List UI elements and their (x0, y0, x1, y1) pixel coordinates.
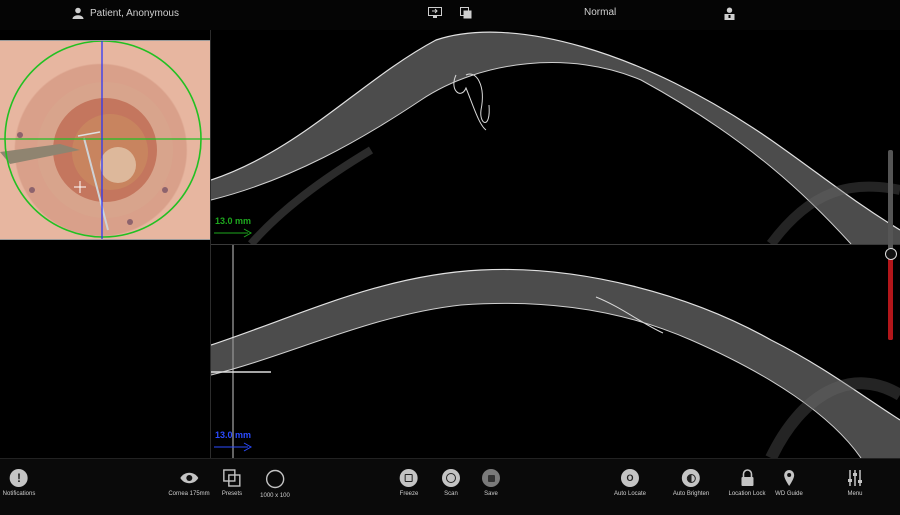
mode-label: Normal (584, 7, 617, 18)
patient-icon (72, 7, 84, 19)
surgical-video[interactable] (0, 40, 210, 240)
auto-locate-label: Auto Locate (613, 491, 647, 497)
auto-brighten-label: Auto Brighten (672, 491, 710, 497)
video-panel (0, 30, 210, 458)
oct-scan-top[interactable]: 13.0 mm (211, 30, 900, 244)
save-icon (482, 469, 500, 487)
location-lock-label: Location Lock (728, 491, 766, 497)
scan-icon (442, 469, 460, 487)
notifications-label: Notifications (2, 491, 36, 497)
freeze-button[interactable]: Freeze (399, 469, 419, 497)
depth-slider-handle[interactable] (885, 248, 897, 260)
freeze-label: Freeze (399, 491, 419, 497)
brighten-icon (681, 469, 700, 487)
lock-icon (740, 469, 754, 487)
scale-arrow-bottom (214, 442, 253, 452)
presets-icon (223, 469, 241, 487)
scale-label-bottom: 13.0 mm (215, 430, 252, 440)
resolution-button[interactable]: 1000 x 100 (260, 469, 290, 499)
surgeon-button[interactable] (724, 7, 735, 20)
frame-bottom (0, 239, 210, 240)
circle-icon (265, 469, 285, 489)
location-lock-button[interactable]: Location Lock (728, 469, 766, 497)
freeze-icon (400, 469, 418, 487)
resolution-label: 1000 x 100 (260, 493, 290, 499)
patient-name: Patient, Anonymous (90, 7, 179, 19)
depth-slider-range (888, 258, 893, 340)
scale-arrow-top (214, 228, 253, 238)
notifications-button[interactable]: ! Notifications (2, 469, 36, 497)
main-view: 13.0 mm 13.0 mm (0, 30, 900, 458)
save-button[interactable]: Save (482, 469, 500, 497)
presets-button[interactable]: Presets (222, 469, 242, 497)
auto-locate-button[interactable]: O Auto Locate (614, 469, 646, 497)
scan-label: Scan (444, 491, 458, 497)
sliders-icon (847, 469, 863, 487)
eye-icon (179, 469, 199, 487)
cornea-label: Cornea 175mm (168, 491, 210, 497)
frame-top (0, 40, 210, 41)
wd-guide-label: WD Guide (775, 491, 803, 497)
scale-label-top: 13.0 mm (215, 216, 252, 226)
map-pin-icon (783, 469, 795, 487)
auto-brighten-button[interactable]: Auto Brighten (673, 469, 709, 497)
top-bar: Patient, Anonymous Normal (0, 0, 900, 30)
oct-scan-bottom[interactable]: 13.0 mm (211, 245, 900, 458)
display-controls (428, 7, 472, 19)
alert-icon: ! (10, 469, 28, 487)
window-copy-icon[interactable] (460, 7, 472, 19)
surgeon-icon (724, 7, 735, 20)
bottom-toolbar: ! Notifications Cornea 175mm Presets 100… (0, 458, 900, 515)
scan-button[interactable]: Scan (442, 469, 460, 497)
patient-info[interactable]: Patient, Anonymous (72, 7, 179, 19)
monitor-icon[interactable] (428, 7, 442, 19)
menu-label: Menu (847, 491, 863, 497)
menu-button[interactable]: Menu (847, 469, 863, 497)
save-label: Save (484, 491, 498, 497)
wd-guide-button[interactable]: WD Guide (775, 469, 803, 497)
presets-label: Presets (221, 491, 243, 497)
locate-icon: O (621, 469, 639, 487)
mode-indicator[interactable]: Normal (584, 7, 616, 18)
cornea-button[interactable]: Cornea 175mm (168, 469, 210, 497)
